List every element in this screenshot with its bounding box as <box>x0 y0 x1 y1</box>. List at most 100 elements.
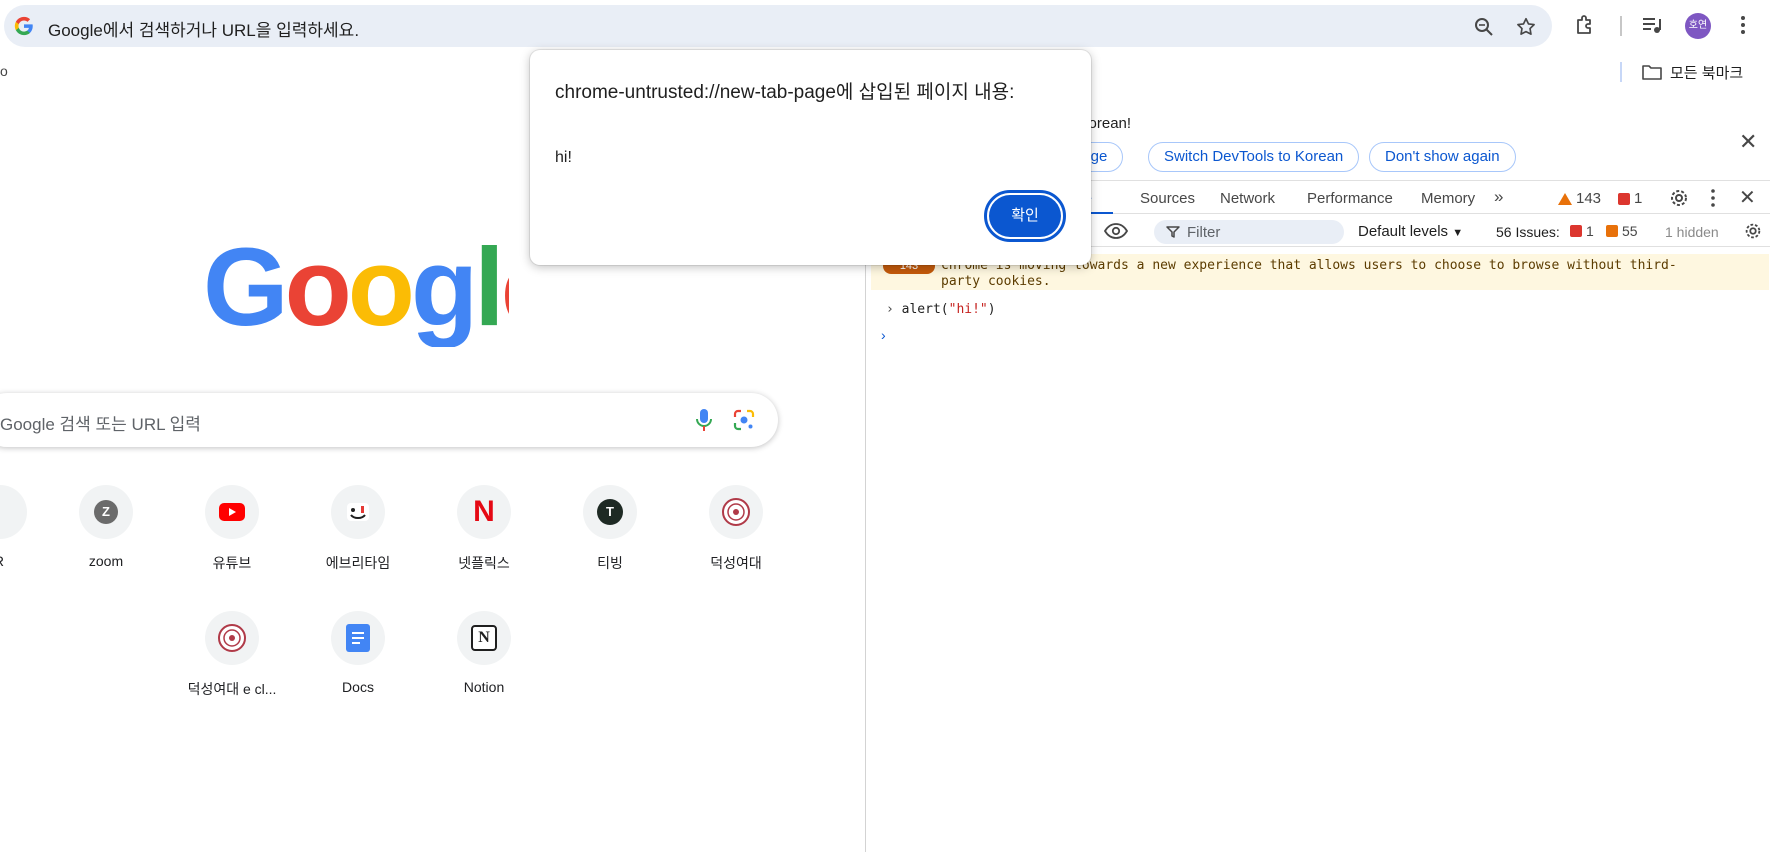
warning-triangle-icon <box>1558 192 1572 205</box>
console-input-line: › alert("hi!") <box>886 302 996 317</box>
log-levels-dropdown[interactable]: Default levels ▼ <box>1358 223 1463 240</box>
hidden-messages-count: 1 hidden <box>1665 224 1719 240</box>
voice-search-mic-icon[interactable] <box>694 408 714 432</box>
shortcut-tile[interactable]: T 티빙 <box>554 485 666 595</box>
notion-icon: N <box>457 611 511 665</box>
switch-devtools-korean-button[interactable]: Switch DevTools to Korean <box>1148 142 1360 172</box>
filter-funnel-icon <box>1166 226 1180 238</box>
issues-errors[interactable]: 1 <box>1570 223 1594 239</box>
dialog-ok-button[interactable]: 확인 <box>984 190 1066 242</box>
issues-warnings-count: 55 <box>1622 223 1638 239</box>
google-lens-icon[interactable] <box>733 409 755 431</box>
tab-performance[interactable]: Performance <box>1307 190 1393 207</box>
partial-tile-icon <box>0 485 27 539</box>
shortcut-label: 티빙 <box>597 555 623 571</box>
zoom-icon: Z <box>79 485 133 539</box>
svg-text:Google: Google <box>203 235 509 347</box>
bookmark-star-icon[interactable] <box>1515 16 1537 38</box>
extensions-puzzle-icon[interactable] <box>1573 13 1597 37</box>
folder-icon <box>1642 65 1662 80</box>
shortcut-label: 넷플릭스 <box>458 555 510 571</box>
warnings-counter[interactable]: 143 <box>1558 190 1601 207</box>
errors-counter[interactable]: 1 <box>1618 190 1642 207</box>
dialog-title: chrome-untrusted://new-tab-page에 삽입된 페이지… <box>555 82 1015 103</box>
shortcut-tile[interactable]: Z zoom <box>50 485 162 595</box>
google-g-icon <box>14 16 33 36</box>
console-settings-gear-icon[interactable] <box>1743 221 1763 241</box>
errors-count: 1 <box>1634 190 1643 207</box>
zoom-magnifier-icon[interactable] <box>1474 17 1494 37</box>
dont-show-again-button[interactable]: Don't show again <box>1369 142 1516 172</box>
shortcut-tile[interactable]: Docs <box>302 611 414 721</box>
console-input-suffix: ) <box>987 302 996 317</box>
console-input-prefix: alert( <box>901 302 949 317</box>
shortcut-tile[interactable]: R <box>0 485 56 595</box>
infobar-close-icon[interactable]: ✕ <box>1739 129 1757 155</box>
youtube-icon <box>205 485 259 539</box>
shortcut-tile[interactable]: 덕성여대 <box>680 485 792 595</box>
issue-error-icon <box>1570 225 1582 237</box>
shortcut-tile[interactable]: N Notion <box>428 611 540 721</box>
browser-toolbar: Google에서 검색하거나 URL을 입력하세요. 호연 <box>0 0 1770 50</box>
devtools-more-icon[interactable] <box>1706 187 1720 209</box>
shortcut-label: Docs <box>342 679 374 695</box>
warnings-count: 143 <box>1576 190 1602 207</box>
devtools-settings-gear-icon[interactable] <box>1668 187 1690 209</box>
issues-errors-count: 1 <box>1586 223 1594 239</box>
devtools-close-icon[interactable]: ✕ <box>1739 185 1756 210</box>
notion-letter: N <box>471 625 497 651</box>
tving-letter: T <box>597 499 623 525</box>
shortcut-label: 유튜브 <box>212 555 252 571</box>
issues-warnings[interactable]: 55 <box>1606 223 1638 239</box>
shortcut-label: R <box>0 553 56 569</box>
media-queue-icon[interactable] <box>1640 13 1664 37</box>
issues-label[interactable]: 56 Issues: <box>1496 224 1560 240</box>
omnibox-text[interactable]: Google에서 검색하거나 URL을 입력하세요. <box>48 16 359 41</box>
tab-network[interactable]: Network <box>1220 190 1275 207</box>
ntp-search-box[interactable]: Google 검색 또는 URL 입력 <box>0 393 778 447</box>
duksung-seal-icon <box>205 611 259 665</box>
shortcut-tile[interactable]: N 넷플릭스 <box>428 485 540 595</box>
live-expression-eye-icon[interactable] <box>1104 221 1128 241</box>
profile-avatar[interactable]: 호연 <box>1685 13 1711 39</box>
shortcut-tile[interactable]: 덕성여대 e cl... <box>176 611 288 721</box>
toolbar-divider <box>1620 16 1622 36</box>
netflix-letter: N <box>473 495 495 528</box>
console-input-string: "hi!" <box>948 302 988 317</box>
shortcut-label: 덕성여대 e cl... <box>187 681 277 697</box>
shortcut-label: zoom <box>88 553 124 569</box>
zoom-letter: Z <box>94 500 118 524</box>
dialog-message: hi! <box>555 149 572 166</box>
dialog-ok-label: 확인 <box>989 195 1061 237</box>
more-vertical-icon[interactable] <box>1731 13 1755 37</box>
netflix-icon: N <box>457 485 511 539</box>
shortcut-tile[interactable]: 에브리타임 <box>302 485 414 595</box>
bookmark-item-partial[interactable]: o <box>0 63 8 79</box>
all-bookmarks-button[interactable]: 모든 북마크 <box>1642 61 1743 83</box>
console-prompt-icon[interactable]: › <box>881 327 886 343</box>
dropdown-caret-icon: ▼ <box>1452 227 1464 239</box>
google-logo: Google <box>203 235 509 347</box>
issue-warning-icon <box>1606 225 1618 237</box>
bookmark-divider <box>1620 62 1622 82</box>
all-bookmarks-label: 모든 북마크 <box>1670 64 1744 82</box>
tab-sources[interactable]: Sources <box>1140 190 1195 207</box>
tab-memory[interactable]: Memory <box>1421 190 1475 207</box>
duksung-seal-icon <box>709 485 763 539</box>
console-filter-input[interactable]: Filter <box>1154 220 1344 244</box>
omnibox[interactable]: Google에서 검색하거나 URL을 입력하세요. <box>4 5 1552 47</box>
tving-icon: T <box>583 485 637 539</box>
everytime-icon <box>331 485 385 539</box>
filter-placeholder: Filter <box>1187 224 1221 241</box>
ntp-search-placeholder[interactable]: Google 검색 또는 URL 입력 <box>0 410 201 435</box>
shortcut-label: 덕성여대 <box>710 555 762 571</box>
more-tabs-chevron-icon[interactable]: » <box>1494 187 1503 207</box>
shortcut-label: 에브리타임 <box>325 555 391 571</box>
docs-icon <box>331 611 385 665</box>
expand-chevron-icon[interactable]: › <box>886 302 894 317</box>
error-icon <box>1618 192 1630 205</box>
shortcut-tile[interactable]: 유튜브 <box>176 485 288 595</box>
alert-dialog: chrome-untrusted://new-tab-page에 삽입된 페이지… <box>530 50 1091 265</box>
log-levels-label: Default levels <box>1358 223 1449 240</box>
browser-window: Google에서 검색하거나 URL을 입력하세요. 호연 o 모든 북마크 G… <box>0 0 1770 852</box>
